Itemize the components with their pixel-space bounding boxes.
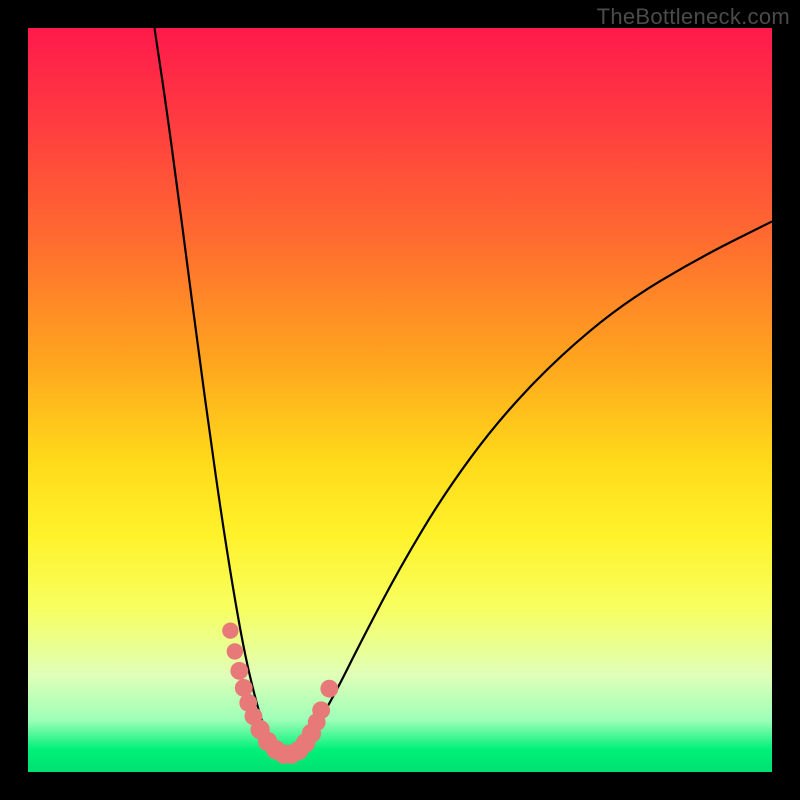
watermark-text: TheBottleneck.com [597,4,790,30]
data-point [312,701,330,719]
chart-frame: TheBottleneck.com [0,0,800,800]
chart-dots [28,28,772,772]
data-point [230,662,248,680]
data-point [227,643,243,659]
data-point [222,622,238,638]
data-point [320,680,338,698]
